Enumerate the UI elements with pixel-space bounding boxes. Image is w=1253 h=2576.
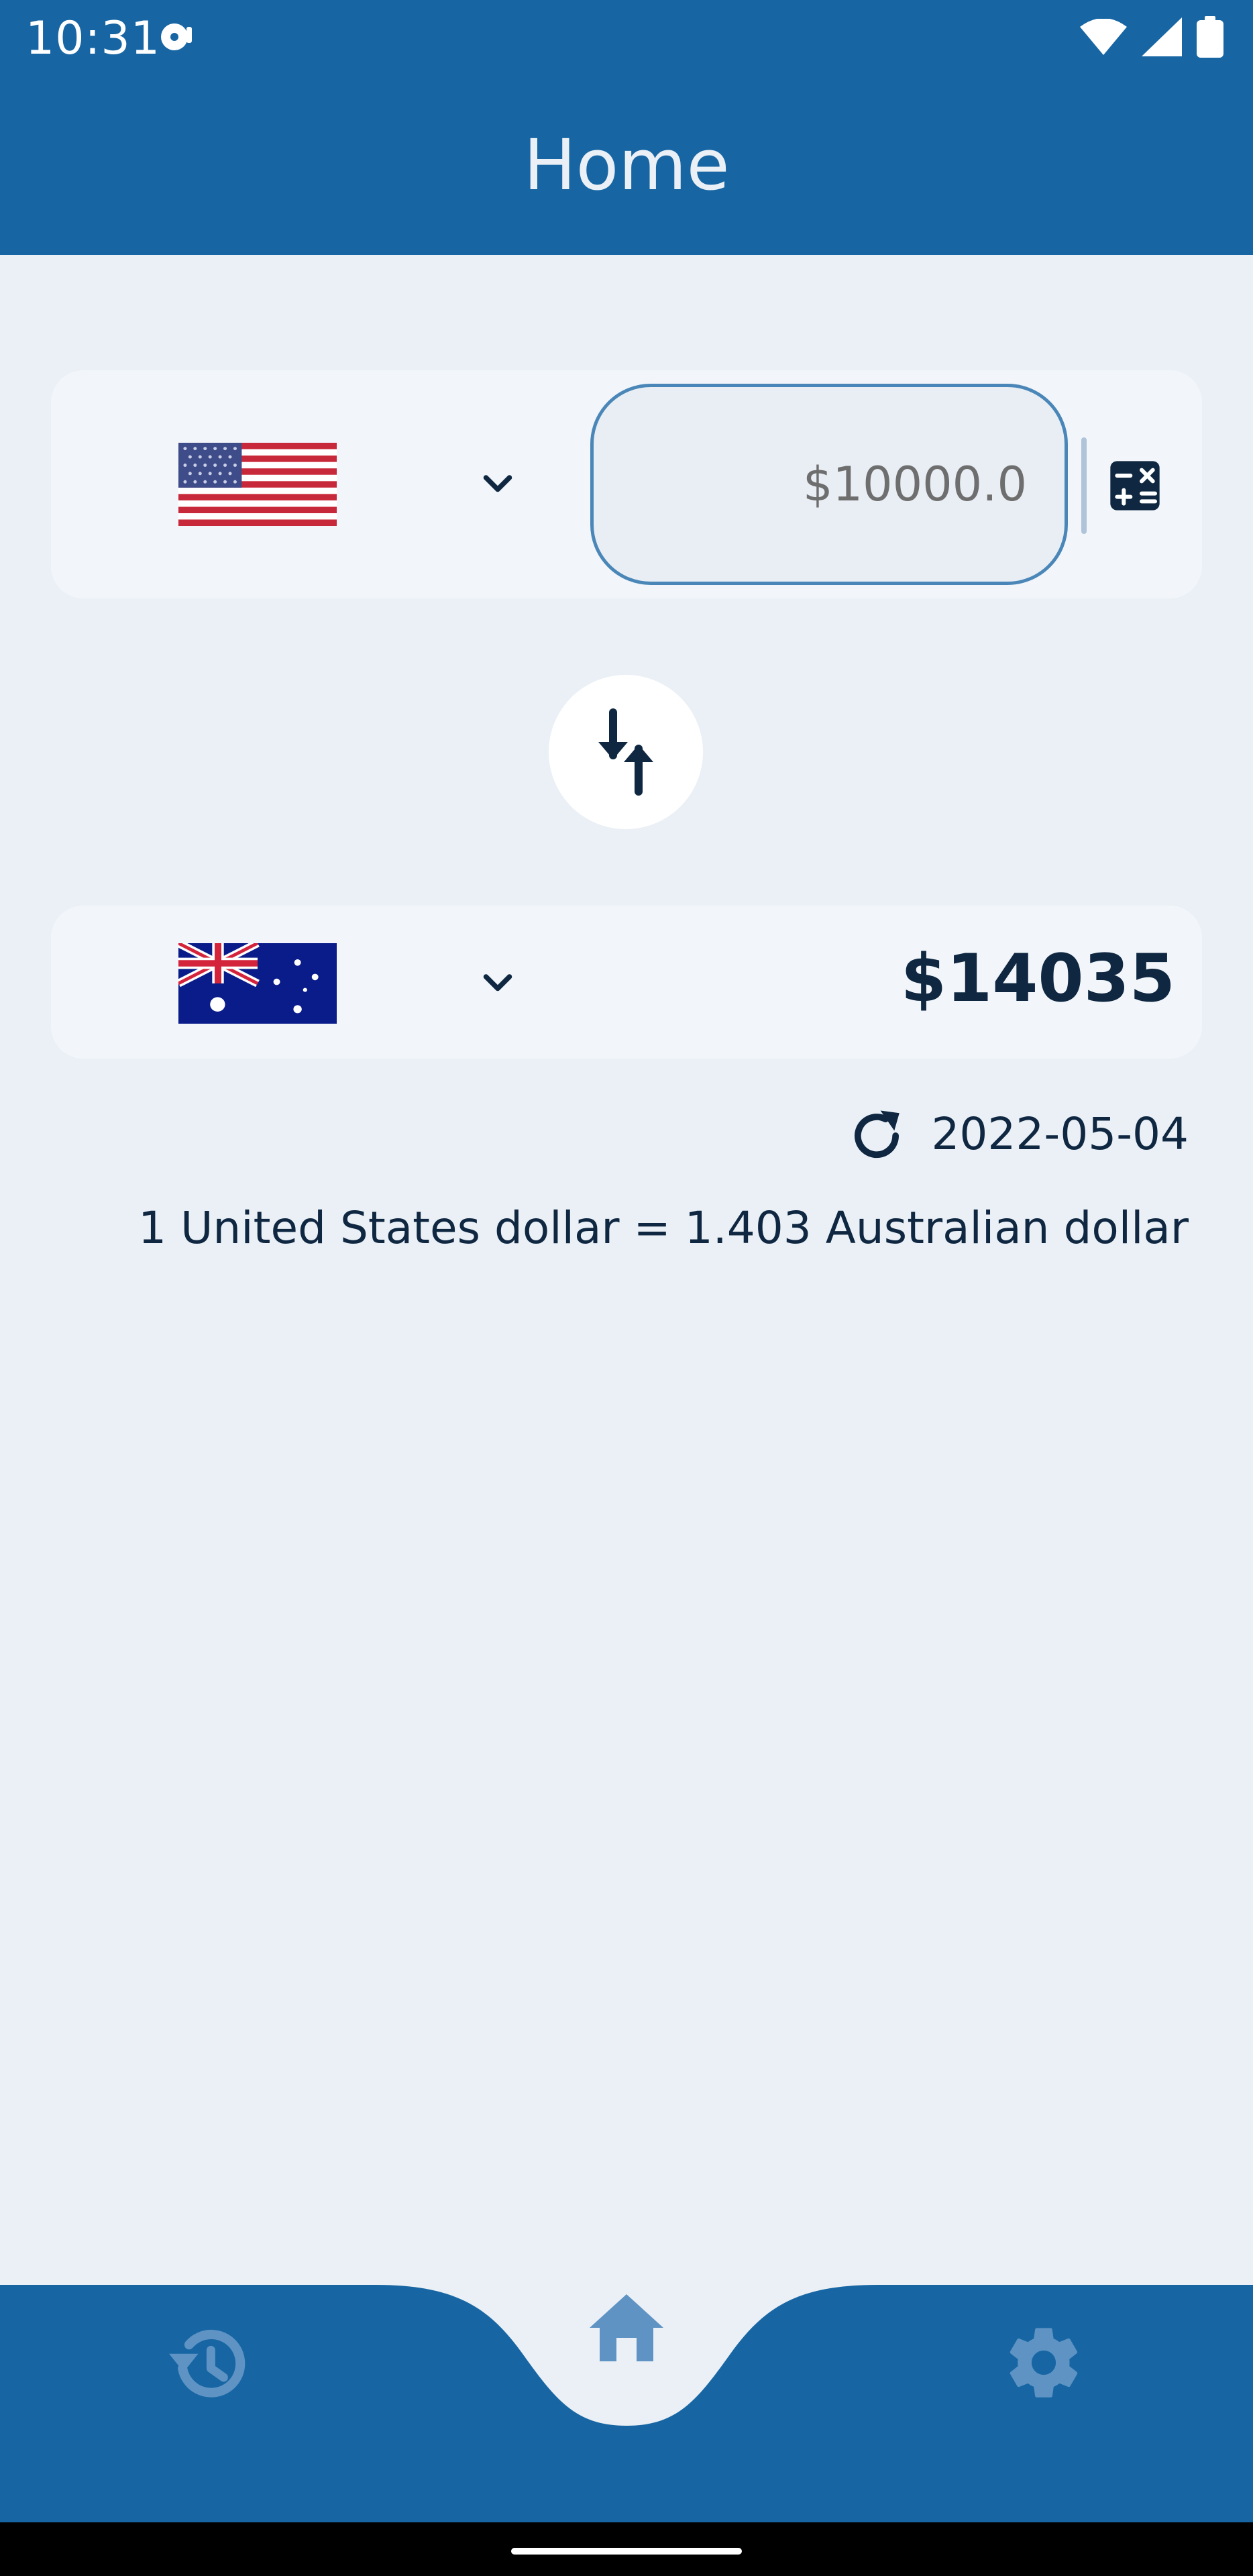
calculator-icon[interactable] [1108,459,1162,513]
nav-home-button[interactable] [553,2254,700,2402]
wifi-icon [1080,19,1127,55]
gesture-handle[interactable] [511,2548,742,2555]
exchange-rate-text: 1 United States dollar = 1.403 Australia… [138,1202,1189,1254]
status-time: 10:31 [25,12,160,65]
battery-icon [1197,16,1223,58]
converted-amount: $14035 [900,941,1175,1017]
rate-date: 2022-05-04 [931,1108,1189,1160]
signal-icon [1142,17,1182,56]
to-currency-card: $14035 [51,906,1202,1059]
swap-arrows-icon [598,708,653,796]
media-disc-icon [161,23,192,50]
amount-input[interactable] [590,384,1068,585]
bottom-navigation [0,2254,1253,2522]
gear-icon[interactable] [1002,2321,1085,2404]
history-icon[interactable] [164,2321,251,2408]
chevron-down-icon[interactable] [478,464,518,504]
au-flag-icon[interactable] [178,943,337,1024]
page-title: Home [523,124,730,206]
status-icons [1080,16,1223,58]
app-header: 10:31 Home [0,0,1253,255]
swap-button[interactable] [549,675,703,829]
home-icon [590,2294,663,2361]
refresh-icon[interactable] [847,1106,907,1166]
input-divider [1081,437,1087,534]
us-flag-icon[interactable] [178,443,337,526]
from-currency-card [51,370,1202,598]
chevron-down-icon[interactable] [478,963,518,1004]
